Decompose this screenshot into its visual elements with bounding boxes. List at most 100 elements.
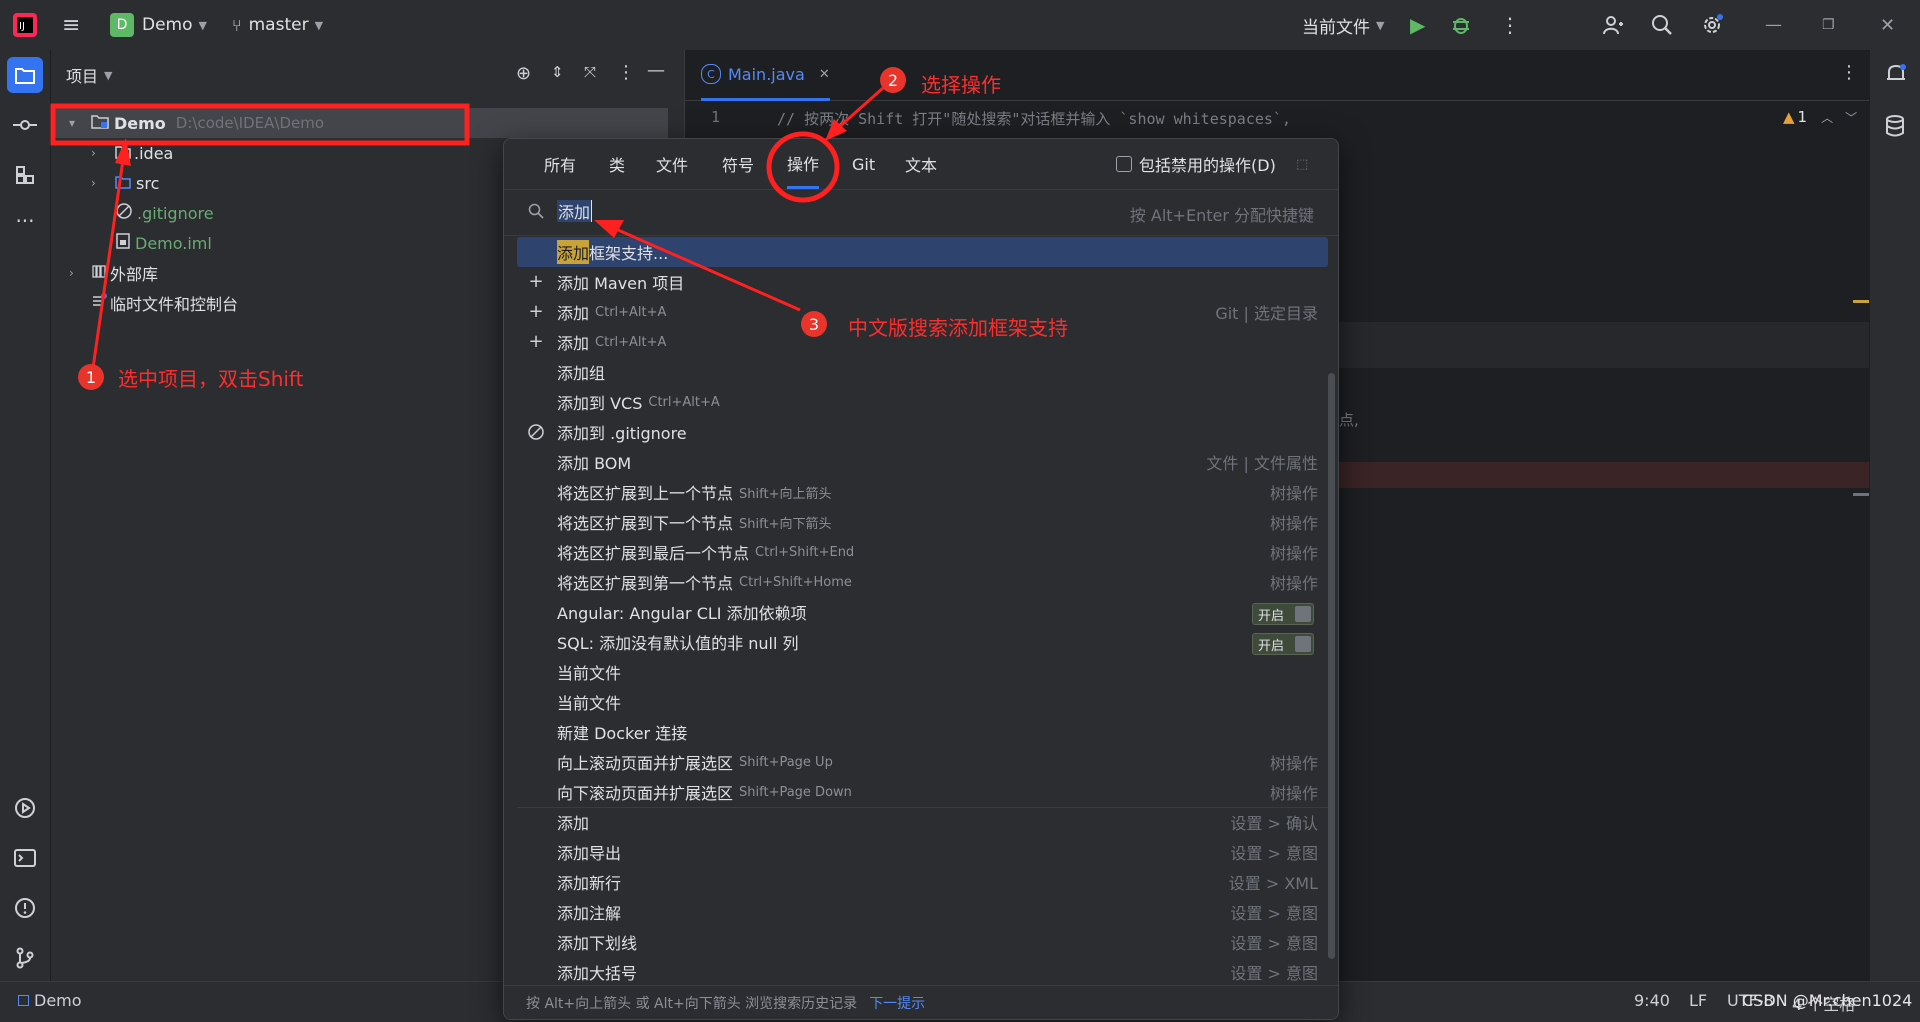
tab-git[interactable]: Git — [852, 139, 875, 189]
list-item[interactable]: 添加到 VCS Ctrl+Alt+A — [517, 387, 1328, 417]
tree-row-external-libs[interactable]: › 外部库 — [69, 258, 158, 288]
list-item[interactable]: 将选区扩展到上一个节点 Shift+向上箭头 树操作 — [517, 477, 1328, 507]
collapse-all-icon[interactable]: ⤧ — [584, 63, 596, 81]
tab-all[interactable]: 所有 — [544, 139, 576, 189]
list-item[interactable]: 添加组 — [517, 357, 1328, 387]
list-item[interactable]: 添加下划线 设置 > 意图 — [517, 927, 1328, 957]
project-switcher[interactable]: D Demo ▼ — [110, 0, 207, 50]
run-config-selector[interactable]: 当前文件 ▼ — [1302, 0, 1384, 50]
editor-tab-main-java[interactable]: C Main.java ✕ — [701, 50, 830, 101]
structure-tool-icon[interactable] — [7, 157, 43, 193]
inspection-widget[interactable]: ▲ 1 ︿ ﹀ — [1783, 108, 1857, 126]
restore-icon[interactable]: ❐ — [1822, 0, 1835, 50]
tab-actions[interactable]: 操作 — [787, 139, 820, 189]
result-category: 树操作 — [1269, 754, 1318, 773]
tab-files[interactable]: 文件 — [656, 139, 688, 189]
folder-icon — [115, 144, 131, 163]
add-user-icon[interactable] — [1602, 0, 1624, 50]
warning-count: 1 — [1797, 108, 1808, 126]
panel-options-icon[interactable]: ⋮ — [617, 62, 635, 83]
include-disabled-checkbox[interactable]: 包括禁用的操作(D) — [1116, 139, 1276, 189]
more-tools-icon[interactable]: ··· — [7, 203, 43, 239]
debug-icon[interactable] — [1450, 0, 1472, 50]
result-category: 设置 > 意图 — [1230, 904, 1318, 923]
list-item[interactable]: 添加 设置 > 确认 — [517, 807, 1328, 837]
result-label: 当前文件 — [557, 664, 622, 683]
tree-row-demo[interactable]: ▾ Demo D:\code\IDEA\Demo — [69, 108, 324, 138]
run-icon[interactable]: ▶ — [1410, 0, 1425, 50]
branch-switcher[interactable]: ⑂ master ▼ — [232, 0, 323, 50]
list-item[interactable]: 新建 Docker 连接 — [517, 717, 1328, 747]
result-label: 添加 — [557, 304, 590, 323]
list-item[interactable]: 添加 框架支持... — [517, 237, 1328, 267]
locate-file-icon[interactable]: ⊕ — [516, 63, 531, 84]
more-actions-icon[interactable]: ⋮ — [1500, 0, 1520, 50]
chevron-down-icon[interactable]: ﹀ — [1845, 109, 1857, 126]
class-file-icon: C — [701, 64, 721, 84]
app-logo-icon[interactable]: IJ — [12, 0, 38, 50]
tree-label: .gitignore — [137, 203, 214, 223]
editor-tab-bar — [685, 50, 1870, 101]
code-line[interactable]: // 按两次 Shift 打开"随处搜索"对话框并输入 `show whites… — [777, 108, 1291, 129]
search-input[interactable]: 添加 — [557, 200, 593, 222]
terminal-tool-icon[interactable] — [7, 840, 43, 876]
right-tool-strip — [1869, 50, 1920, 981]
hide-panel-icon[interactable]: — — [647, 60, 665, 81]
main-menu-icon[interactable]: ≡ — [62, 0, 80, 50]
checkbox-box — [1116, 156, 1132, 172]
list-item[interactable]: 将选区扩展到最后一个节点 Ctrl+Shift+End 树操作 — [517, 537, 1328, 567]
results-scrollbar[interactable] — [1328, 373, 1335, 959]
next-tip-link[interactable]: 下一提示 — [869, 993, 925, 1013]
editor-options-icon[interactable]: ⋮ — [1840, 62, 1858, 83]
line-separator[interactable]: LF — [1689, 991, 1707, 1010]
list-item[interactable]: 将选区扩展到第一个节点 Ctrl+Shift+Home 树操作 — [517, 567, 1328, 597]
list-item[interactable]: 向上滚动页面并扩展选区 Shift+Page Up 树操作 — [517, 747, 1328, 777]
list-item[interactable]: 添加 BOM 文件 | 文件属性 — [517, 447, 1328, 477]
tree-row-idea[interactable]: › .idea — [91, 138, 173, 168]
commit-tool-icon[interactable] — [7, 107, 43, 143]
list-item[interactable]: 添加到 .gitignore — [517, 417, 1328, 447]
result-label: 添加大括号 — [557, 964, 638, 983]
list-item[interactable]: + 添加 Maven 项目 — [517, 267, 1328, 297]
close-tab-icon[interactable]: ✕ — [819, 67, 830, 82]
list-item[interactable]: Angular: Angular CLI 添加依赖项 开启 — [517, 597, 1328, 627]
minimize-icon[interactable]: — — [1765, 0, 1782, 50]
services-tool-icon[interactable] — [7, 790, 43, 826]
result-shortcut: Ctrl+Shift+Home — [739, 574, 852, 590]
notifications-icon[interactable] — [1884, 62, 1908, 90]
tab-classes[interactable]: 类 — [609, 139, 625, 189]
list-item[interactable]: 当前文件 — [517, 687, 1328, 717]
project-tool-icon[interactable] — [7, 57, 43, 93]
toggle-switch[interactable]: 开启 — [1252, 603, 1314, 625]
tab-symbols[interactable]: 符号 — [722, 139, 754, 189]
popup-footer: 按 Alt+向上箭头 或 Alt+向下箭头 浏览搜索历史记录 下一提示 — [504, 985, 1338, 1019]
settings-gear-icon[interactable] — [1700, 0, 1724, 50]
search-icon[interactable] — [1651, 0, 1673, 50]
list-item[interactable]: 添加导出 设置 > 意图 — [517, 837, 1328, 867]
list-item[interactable]: 添加注解 设置 > 意图 — [517, 897, 1328, 927]
tree-row-gitignore[interactable]: .gitignore — [115, 198, 214, 228]
project-view-selector[interactable]: 项目 ▼ — [66, 62, 112, 88]
tree-row-scratches[interactable]: 临时文件和控制台 — [91, 288, 238, 318]
open-in-window-icon[interactable]: ⬚ — [1296, 139, 1308, 189]
list-item[interactable]: 添加大括号 设置 > 意图 — [517, 957, 1328, 987]
list-item[interactable]: 将选区扩展到下一个节点 Shift+向下箭头 树操作 — [517, 507, 1328, 537]
list-item[interactable]: SQL: 添加没有默认值的非 null 列 开启 — [517, 627, 1328, 657]
problems-tool-icon[interactable] — [7, 890, 43, 926]
tab-text[interactable]: 文本 — [905, 139, 937, 189]
status-project[interactable]: Demo — [18, 991, 82, 1010]
expand-all-icon[interactable]: ⇕ — [551, 63, 564, 81]
database-icon[interactable] — [1884, 114, 1906, 142]
git-tool-icon[interactable] — [7, 940, 43, 976]
plus-icon: + — [528, 331, 544, 352]
tree-row-src[interactable]: › src — [91, 168, 159, 198]
tree-row-demo-iml[interactable]: Demo.iml — [115, 228, 212, 258]
cursor-position[interactable]: 9:40 — [1634, 991, 1670, 1010]
close-window-icon[interactable]: ✕ — [1880, 0, 1895, 50]
toggle-switch[interactable]: 开启 — [1252, 633, 1314, 655]
chevron-up-icon[interactable]: ︿ — [1821, 109, 1833, 126]
list-item[interactable]: 向下滚动页面并扩展选区 Shift+Page Down 树操作 — [517, 777, 1328, 807]
list-item[interactable]: 添加新行 设置 > XML — [517, 867, 1328, 897]
list-item[interactable]: 当前文件 — [517, 657, 1328, 687]
stripe-marker — [1853, 493, 1869, 496]
